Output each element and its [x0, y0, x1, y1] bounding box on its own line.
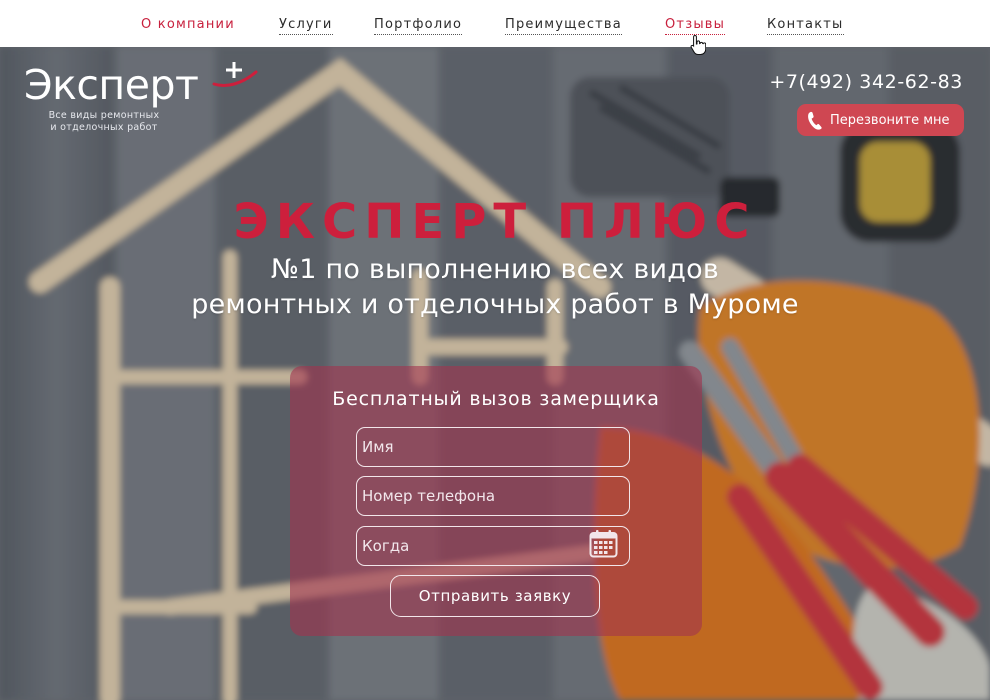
nav-item-about[interactable]: О компании — [141, 16, 235, 35]
logo-tagline-line1: Все виды ремонтных — [48, 110, 160, 121]
callback-button[interactable]: Перезвоните мне — [797, 104, 964, 136]
logo-wordmark: Эксперт — [24, 61, 199, 109]
nav-item-portfolio[interactable]: Портфолио — [374, 16, 463, 35]
form-title: Бесплатный вызов замерщика — [332, 388, 660, 410]
phone-number[interactable]: +7(492) 342-62-83 — [769, 71, 963, 93]
site-logo[interactable]: Эксперт Все виды ремонтных и отделочных … — [24, 61, 258, 134]
nav-item-services[interactable]: Услуги — [279, 16, 333, 35]
calendar-icon[interactable] — [589, 529, 618, 558]
logo-tagline-line2: и отделочных работ — [50, 122, 158, 133]
plus-icon — [212, 62, 258, 87]
phone-input[interactable] — [356, 476, 630, 516]
brand-title: ЭКСПЕРТ ПЛЮС — [233, 194, 757, 250]
hero-subtitle-line1: №1 по выполнению всех видов — [271, 254, 719, 285]
callback-label: Перезвоните мне — [830, 112, 950, 128]
top-navigation: О компании Услуги Портфолио Преимущества… — [0, 0, 990, 47]
hero-subtitle: №1 по выполнению всех видов ремонтных и … — [0, 252, 990, 322]
measurer-request-form: Бесплатный вызов замерщика Отправить зая… — [290, 366, 702, 636]
nav-item-advantages[interactable]: Преимущества — [505, 16, 622, 35]
submit-button[interactable]: Отправить заявку — [390, 575, 600, 617]
hero-subtitle-line2: ремонтных и отделочных работ в Муроме — [191, 289, 799, 320]
phone-icon — [808, 111, 822, 130]
nav-item-contacts[interactable]: Контакты — [767, 16, 844, 35]
hand-cursor-icon — [690, 34, 706, 55]
logo-tagline: Все виды ремонтных и отделочных работ — [24, 110, 184, 134]
name-input[interactable] — [356, 427, 630, 467]
nav-item-reviews[interactable]: Отзывы — [665, 16, 726, 35]
